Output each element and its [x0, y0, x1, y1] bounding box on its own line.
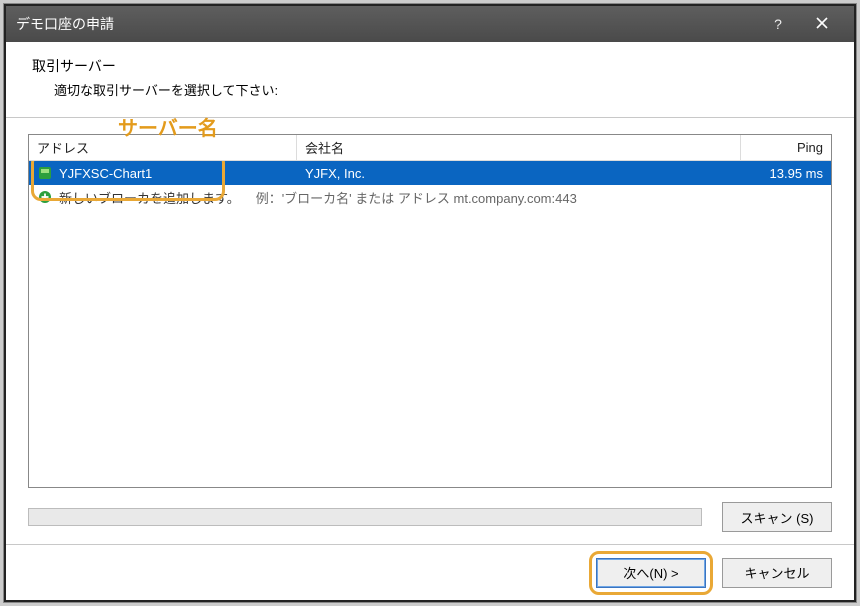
scan-progressbar — [28, 508, 702, 526]
add-broker-label-cell: 新しいブローカを追加します。 — [29, 188, 248, 207]
content-section: サーバー名 アドレス 会社名 Ping YJFXSC-Chart1 — [6, 118, 854, 544]
close-icon — [815, 16, 829, 33]
header-title: 取引サーバー — [32, 56, 828, 76]
window-title: デモ口座の申請 — [16, 14, 756, 34]
header-section: 取引サーバー 適切な取引サーバーを選択して下さい: — [6, 42, 854, 118]
next-button[interactable]: 次へ(N) > — [596, 558, 706, 588]
header-subtitle: 適切な取引サーバーを選択して下さい: — [32, 80, 828, 99]
cell-address: YJFXSC-Chart1 — [29, 165, 297, 181]
dialog-body: 取引サーバー 適切な取引サーバーを選択して下さい: サーバー名 アドレス 会社名… — [6, 42, 854, 600]
close-button[interactable] — [800, 10, 844, 38]
add-broker-row[interactable]: 新しいブローカを追加します。 例：'ブローカ名' または アドレス mt.com… — [29, 185, 831, 209]
footer: 次へ(N) > キャンセル — [6, 544, 854, 600]
col-header-ping[interactable]: Ping — [741, 135, 831, 160]
cell-ping: 13.95 ms — [741, 166, 831, 181]
cancel-button[interactable]: キャンセル — [722, 558, 832, 588]
titlebar: デモ口座の申請 ? — [6, 6, 854, 42]
col-header-address[interactable]: アドレス — [29, 135, 297, 160]
scan-row: スキャン (S) — [28, 502, 832, 532]
help-icon: ? — [774, 16, 782, 32]
server-icon — [37, 165, 53, 181]
cell-company: YJFX, Inc. — [297, 166, 741, 181]
scan-button[interactable]: スキャン (S) — [722, 502, 832, 532]
add-icon — [37, 189, 53, 205]
next-button-wrap: 次へ(N) > — [596, 558, 706, 588]
col-header-company[interactable]: 会社名 — [297, 135, 741, 160]
list-body: YJFXSC-Chart1 YJFX, Inc. 13.95 ms 新しいブロー… — [29, 161, 831, 487]
help-button[interactable]: ? — [756, 10, 800, 38]
add-broker-label: 新しいブローカを追加します。 — [59, 188, 240, 207]
dialog-window: デモ口座の申請 ? 取引サーバー 適切な取引サーバーを選択して下さい: サーバー… — [4, 4, 856, 602]
list-header: アドレス 会社名 Ping — [29, 135, 831, 161]
cell-address-text: YJFXSC-Chart1 — [59, 166, 152, 181]
server-list: アドレス 会社名 Ping YJFXSC-Chart1 YJFX, Inc. — [28, 134, 832, 488]
server-row[interactable]: YJFXSC-Chart1 YJFX, Inc. 13.95 ms — [29, 161, 831, 185]
add-broker-example: 例：'ブローカ名' または アドレス mt.company.com:443 — [248, 188, 831, 207]
